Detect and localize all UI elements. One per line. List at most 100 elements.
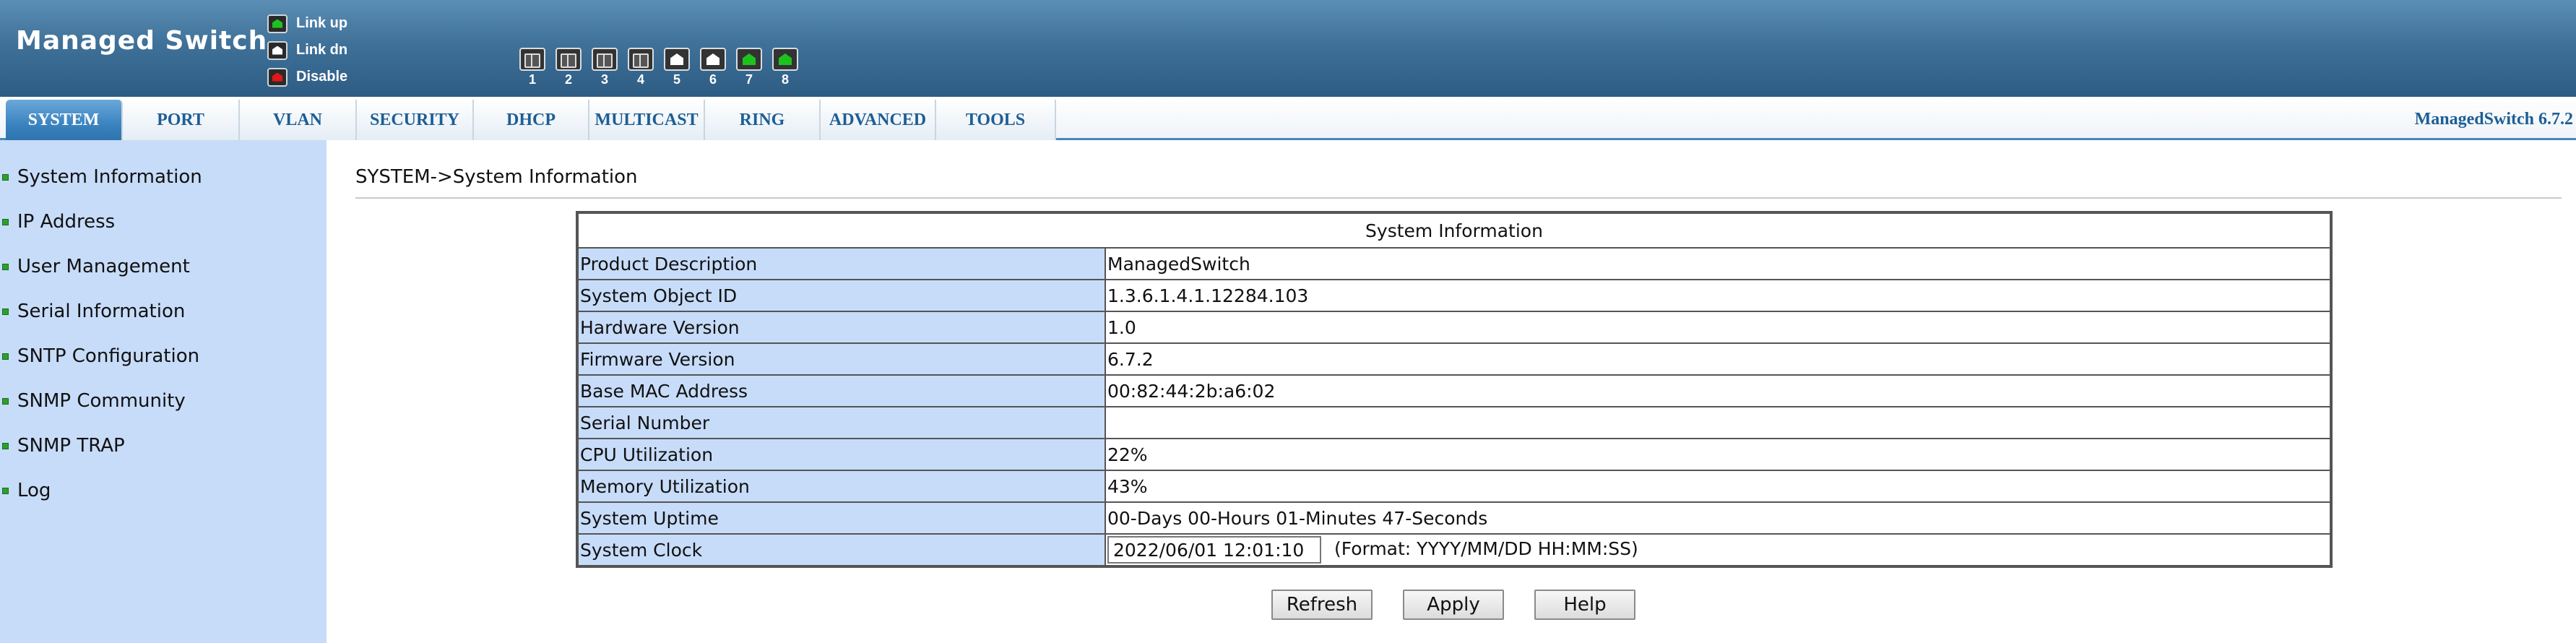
sidebar-item-label: IP Address	[17, 211, 116, 233]
port-number: 8	[781, 72, 789, 87]
bullet-icon	[2, 218, 9, 225]
tab-tools[interactable]: TOOLS	[936, 100, 1056, 140]
tab-strip: SYSTEM PORT VLAN SECURITY DHCP MULTICAST…	[6, 100, 1056, 140]
row-label: System Uptime	[578, 502, 1105, 534]
legend-link-dn-label: Link dn	[296, 42, 348, 58]
row-value: 43%	[1105, 470, 2330, 502]
table-row: System Uptime 00-Days 00-Hours 01-Minute…	[578, 502, 2330, 534]
row-value: 00:82:44:2b:a6:02	[1105, 375, 2330, 407]
port-number: 3	[600, 72, 608, 87]
legend-disable-label: Disable	[296, 69, 348, 85]
table-row: System Object ID 1.3.6.1.4.1.12284.103	[578, 280, 2330, 311]
sidebar-item-snmp-community[interactable]: SNMP Community	[0, 390, 186, 412]
port-number: 6	[709, 72, 717, 87]
tab-advanced[interactable]: ADVANCED	[821, 100, 936, 140]
sidebar-item-label: SNTP Configuration	[17, 345, 200, 367]
bullet-icon	[2, 308, 9, 315]
bullet-icon	[2, 173, 9, 181]
port-legend: Link up Link dn Disable	[267, 10, 347, 90]
sidebar: System Information IP Address User Manag…	[0, 140, 327, 643]
port-1[interactable]: 1	[514, 48, 550, 87]
apply-button[interactable]: Apply	[1403, 590, 1504, 620]
link-dn-icon	[267, 40, 288, 60]
row-label: Base MAC Address	[578, 375, 1105, 407]
row-value: 1.0	[1105, 311, 2330, 343]
link-dn-port-icon	[664, 48, 690, 71]
tab-dhcp[interactable]: DHCP	[474, 100, 589, 140]
system-clock-input[interactable]	[1107, 536, 1321, 564]
ethernet-port-icon	[592, 48, 618, 71]
row-label: Memory Utilization	[578, 470, 1105, 502]
clock-format-hint: (Format: YYYY/MM/DD HH:MM:SS)	[1334, 538, 1638, 559]
sidebar-item-sntp-configuration[interactable]: SNTP Configuration	[0, 345, 199, 367]
link-up-icon	[267, 14, 288, 33]
port-3[interactable]: 3	[587, 48, 623, 87]
port-6[interactable]: 6	[695, 48, 731, 87]
sidebar-item-ip-address[interactable]: IP Address	[0, 211, 115, 233]
table-row-system-clock: System Clock (Format: YYYY/MM/DD HH:MM:S…	[578, 534, 2330, 566]
sidebar-item-label: Serial Information	[17, 301, 186, 322]
port-panel: 1 2 3 4 5 6 7 8	[514, 48, 803, 87]
help-button[interactable]: Help	[1534, 590, 1635, 620]
brand-title: Managed Switch	[16, 26, 268, 56]
ethernet-port-icon	[519, 48, 545, 71]
refresh-button[interactable]: Refresh	[1271, 590, 1373, 620]
link-up-port-icon	[736, 48, 762, 71]
table-row: Memory Utilization 43%	[578, 470, 2330, 502]
row-value: 22%	[1105, 439, 2330, 470]
sidebar-item-log[interactable]: Log	[0, 480, 51, 501]
row-label: Firmware Version	[578, 343, 1105, 375]
sidebar-item-system-information[interactable]: System Information	[0, 166, 202, 188]
table-row: Serial Number	[578, 407, 2330, 439]
table-row: Base MAC Address 00:82:44:2b:a6:02	[578, 375, 2330, 407]
row-label: Product Description	[578, 248, 1105, 280]
sidebar-item-snmp-trap[interactable]: SNMP TRAP	[0, 435, 125, 457]
firmware-version-label: ManagedSwitch 6.7.2	[2414, 110, 2573, 129]
table-row: Product Description ManagedSwitch	[578, 248, 2330, 280]
disable-icon	[267, 67, 288, 87]
row-value: 1.3.6.1.4.1.12284.103	[1105, 280, 2330, 311]
bullet-icon	[2, 442, 9, 449]
tab-vlan[interactable]: VLAN	[240, 100, 357, 140]
sidebar-item-label: Log	[17, 480, 51, 501]
row-label: Hardware Version	[578, 311, 1105, 343]
row-label: Serial Number	[578, 407, 1105, 439]
table-row: Firmware Version 6.7.2	[578, 343, 2330, 375]
table-row: CPU Utilization 22%	[578, 439, 2330, 470]
table-title: System Information	[578, 213, 2330, 248]
sidebar-item-label: SNMP TRAP	[17, 435, 125, 457]
bullet-icon	[2, 353, 9, 360]
legend-link-dn: Link dn	[267, 37, 347, 64]
system-information-table: System Information Product Description M…	[576, 211, 2333, 568]
sidebar-item-user-management[interactable]: User Management	[0, 256, 190, 277]
link-dn-port-icon	[700, 48, 726, 71]
bullet-icon	[2, 487, 9, 494]
row-label: System Clock	[578, 534, 1105, 566]
ethernet-port-icon	[628, 48, 654, 71]
tab-multicast[interactable]: MULTICAST	[589, 100, 705, 140]
legend-link-up: Link up	[267, 10, 347, 37]
port-8[interactable]: 8	[767, 48, 803, 87]
tab-system[interactable]: SYSTEM	[6, 100, 123, 140]
sidebar-item-serial-information[interactable]: Serial Information	[0, 301, 185, 322]
tab-port[interactable]: PORT	[123, 100, 240, 140]
legend-link-up-label: Link up	[296, 15, 348, 31]
breadcrumb-divider	[355, 197, 2562, 199]
row-label: CPU Utilization	[578, 439, 1105, 470]
header-banner: Managed Switch Link up Link dn Disable 1…	[0, 0, 2576, 97]
port-2[interactable]: 2	[550, 48, 587, 87]
row-value: 6.7.2	[1105, 343, 2330, 375]
link-up-port-icon	[772, 48, 798, 71]
port-7[interactable]: 7	[731, 48, 767, 87]
table-row: Hardware Version 1.0	[578, 311, 2330, 343]
port-4[interactable]: 4	[623, 48, 659, 87]
tab-security[interactable]: SECURITY	[357, 100, 474, 140]
row-value: (Format: YYYY/MM/DD HH:MM:SS)	[1105, 534, 2330, 566]
port-number: 5	[673, 72, 680, 87]
row-value	[1105, 407, 2330, 439]
main-nav: SYSTEM PORT VLAN SECURITY DHCP MULTICAST…	[0, 97, 2576, 140]
tab-ring[interactable]: RING	[705, 100, 821, 140]
sidebar-item-label: User Management	[17, 256, 190, 277]
port-5[interactable]: 5	[659, 48, 695, 87]
port-number: 1	[528, 72, 536, 87]
